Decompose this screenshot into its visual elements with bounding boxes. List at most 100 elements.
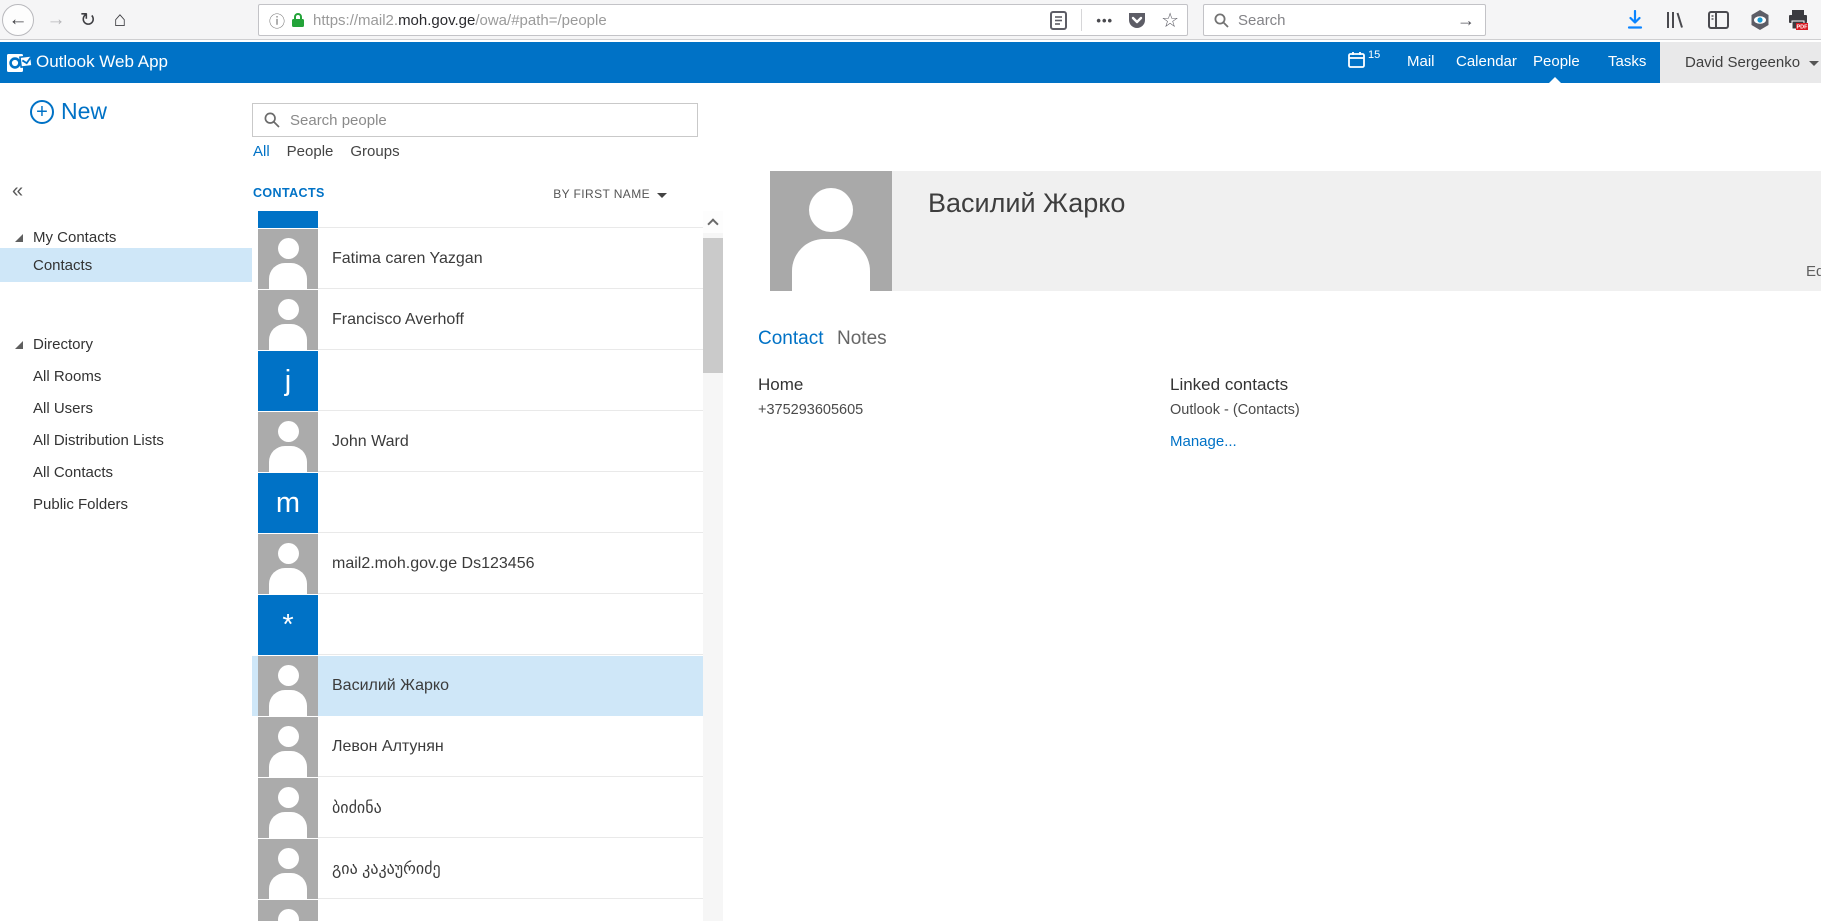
linked-contacts-value: Outlook - (Contacts) (1170, 402, 1300, 418)
search-icon (1214, 13, 1229, 28)
back-icon: ← (9, 9, 28, 31)
back-button[interactable]: ← (2, 4, 34, 36)
avatar (258, 717, 318, 777)
reload-button[interactable]: ↻ (72, 4, 104, 36)
forward-icon: → (47, 9, 66, 31)
avatar (258, 412, 318, 472)
tree-expand-icon[interactable] (15, 341, 23, 349)
avatar (258, 656, 318, 716)
sidebar-toggle-icon[interactable] (1706, 8, 1730, 32)
user-name: David Sergeenko (1685, 54, 1800, 71)
nav-tasks[interactable]: Tasks (1608, 53, 1646, 70)
reminders-indicator[interactable]: 15 (1348, 51, 1380, 68)
chevron-down-icon (1809, 61, 1819, 66)
manage-linked-contacts-link[interactable]: Manage... (1170, 433, 1237, 450)
urlbar-separator (1081, 9, 1082, 31)
library-icon[interactable] (1663, 8, 1687, 32)
contact-name: Fatima caren Yazgan (318, 229, 703, 289)
screen: ← → ↻ ⌂ ⓘ https://mail2.moh.gov.ge/owa/#… (0, 0, 1821, 921)
contact-name: mail2.moh.gov.ge Ds123456 (318, 534, 703, 594)
user-menu[interactable]: David Sergeenko (1660, 42, 1821, 83)
forward-button[interactable]: → (40, 4, 72, 36)
search-go-icon[interactable]: → (1457, 10, 1475, 31)
search-people-placeholder: Search people (290, 112, 387, 129)
privacy-extension-eye-icon[interactable] (1748, 8, 1772, 32)
letter-divider-partial (252, 211, 703, 228)
contact-avatar (770, 171, 892, 291)
letter-divider-m: m (252, 473, 703, 533)
contact-name: Василий Жарко (318, 656, 703, 716)
url-path: /owa/#path=/people (475, 12, 606, 29)
people-filters: All People Groups (253, 143, 400, 160)
sort-by-dropdown[interactable]: BY FIRST NAME (553, 187, 667, 201)
filter-groups[interactable]: Groups (350, 143, 399, 160)
edit-contact-link[interactable]: Edit (1806, 263, 1821, 280)
nav-calendar[interactable]: Calendar (1456, 53, 1517, 70)
downloads-icon[interactable] (1623, 8, 1647, 32)
reader-mode-icon[interactable] (1050, 11, 1067, 30)
avatar (258, 534, 318, 594)
home-phone-value: +375293605605 (758, 402, 863, 418)
sidebar-item-all-users[interactable]: All Users (0, 392, 252, 425)
list-item-contact[interactable]: John Ward (252, 412, 703, 472)
list-item-contact-partial[interactable] (252, 900, 703, 921)
letter-divider-star: * (252, 595, 703, 655)
bookmark-star-icon[interactable]: ☆ (1161, 8, 1179, 33)
contacts-list: Fatima caren Yazgan Francisco Averhoff j… (252, 211, 703, 921)
linked-contacts-label: Linked contacts (1170, 375, 1288, 395)
list-item-contact[interactable]: ბიძინა (252, 778, 703, 838)
tree-group-directory[interactable]: Directory (0, 328, 252, 361)
list-item-contact-selected[interactable]: Василий Жарко (252, 656, 703, 716)
sidebar-item-all-contacts[interactable]: All Contacts (0, 456, 252, 489)
contact-name: Francisco Averhoff (318, 290, 703, 350)
avatar (258, 229, 318, 289)
list-item-contact[interactable]: Fatima caren Yazgan (252, 229, 703, 289)
avatar (258, 778, 318, 838)
tab-contact[interactable]: Contact (758, 328, 823, 350)
sidebar-item-all-distribution-lists[interactable]: All Distribution Lists (0, 424, 252, 457)
sidebar-item-public-folders[interactable]: Public Folders (0, 488, 252, 521)
site-info-icon[interactable]: ⓘ (269, 8, 285, 32)
active-tab-indicator (1549, 77, 1561, 83)
app-title: Outlook Web App (36, 52, 168, 72)
contact-name: გია კაკაურიძე (318, 839, 703, 899)
sidebar-item-contacts[interactable]: Contacts (0, 248, 252, 282)
tree-expand-icon[interactable] (15, 234, 23, 242)
filter-people[interactable]: People (287, 143, 334, 160)
pocket-icon[interactable] (1127, 10, 1147, 30)
page-actions-icon[interactable]: ••• (1096, 13, 1113, 28)
owa-header: Outlook Web App 15 Mail Calendar People … (0, 42, 1821, 83)
new-button[interactable]: + New (30, 98, 107, 125)
tab-notes[interactable]: Notes (837, 328, 887, 350)
browser-search-bar[interactable]: Search → (1203, 4, 1486, 36)
folders-sidebar: + New « My Contacts Contacts Directory A… (0, 83, 252, 921)
collapse-pane-button[interactable]: « (12, 180, 23, 203)
avatar (258, 839, 318, 899)
contact-name: ბიძინა (318, 778, 703, 838)
list-scrollbar[interactable] (703, 211, 723, 921)
scrollbar-thumb[interactable] (703, 238, 723, 373)
letter-tile: j (258, 351, 318, 411)
avatar (258, 900, 318, 921)
list-item-contact[interactable]: Левон Алтунян (252, 717, 703, 777)
list-item-contact[interactable]: mail2.moh.gov.ge Ds123456 (252, 534, 703, 594)
nav-people[interactable]: People (1533, 53, 1580, 70)
list-item-contact[interactable]: გია კაკაურიძე (252, 839, 703, 899)
nav-mail[interactable]: Mail (1407, 53, 1435, 70)
url-scheme: https://mail2. (313, 12, 398, 29)
home-section-label: Home (758, 375, 803, 395)
urlbar-actions: ••• ☆ (1050, 8, 1179, 33)
url-bar[interactable]: ⓘ https://mail2.moh.gov.ge/owa/#path=/pe… (258, 4, 1188, 36)
home-button[interactable]: ⌂ (104, 4, 136, 36)
search-people-input[interactable]: Search people (252, 103, 698, 137)
letter-tile: m (258, 473, 318, 533)
browser-search-placeholder: Search (1238, 12, 1457, 29)
filter-all[interactable]: All (253, 143, 270, 160)
scrollbar-up-arrow[interactable] (703, 211, 723, 233)
list-item-contact[interactable]: Francisco Averhoff (252, 290, 703, 350)
sidebar-item-all-rooms[interactable]: All Rooms (0, 360, 252, 393)
search-icon (264, 112, 280, 128)
calendar-icon (1348, 51, 1365, 68)
svg-text:PDF: PDF (1797, 25, 1809, 31)
print-pdf-extension-icon[interactable]: PDF (1786, 8, 1810, 32)
